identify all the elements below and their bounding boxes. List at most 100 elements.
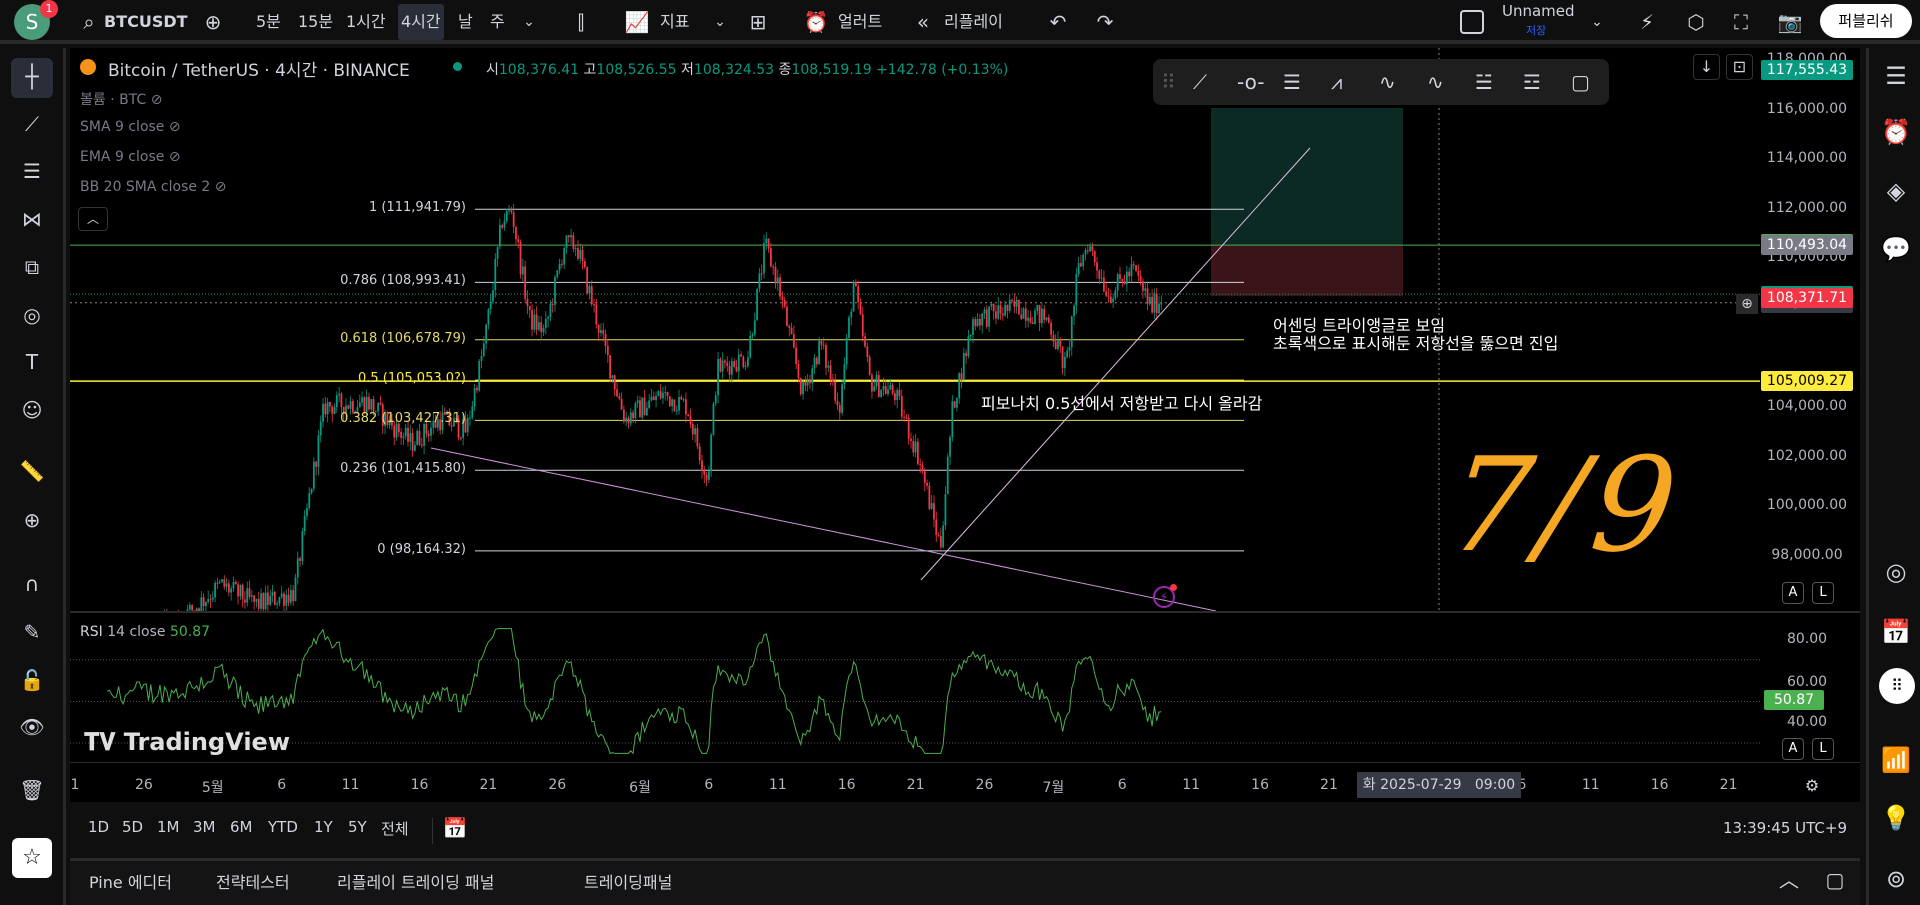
save-status[interactable]: 저장 bbox=[1526, 22, 1546, 38]
ruler-icon[interactable]: 📏 bbox=[17, 459, 47, 483]
camera-icon[interactable]: 📷 bbox=[1775, 10, 1805, 34]
short-position-icon[interactable]: ☲ bbox=[1523, 59, 1541, 105]
range-3M[interactable]: 3M bbox=[193, 818, 216, 836]
undo-icon[interactable]: ↶ bbox=[1043, 10, 1073, 34]
time-axis-settings-icon[interactable]: ⚙ bbox=[1797, 774, 1827, 798]
range-전체[interactable]: 전체 bbox=[381, 818, 409, 839]
trash-icon[interactable]: 🗑 bbox=[17, 778, 47, 802]
publish-button[interactable]: 퍼블리쉬 bbox=[1820, 4, 1912, 38]
calendar-icon[interactable]: 📅 bbox=[1881, 620, 1911, 644]
lock-icon[interactable]: 🔓 bbox=[17, 668, 47, 692]
handwritten-date-annotation[interactable]: 7/9 bbox=[1442, 429, 1691, 581]
replay-icon[interactable]: « bbox=[908, 10, 938, 34]
fullscreen-icon[interactable]: ⛶ bbox=[1726, 10, 1756, 34]
hidden-eye-icon[interactable]: ⊘ bbox=[169, 149, 181, 165]
maximize-panel-icon[interactable]: ▢ bbox=[1820, 868, 1850, 892]
drawing-mode-icon[interactable]: ✎ bbox=[17, 620, 47, 644]
watchlist-star-button[interactable]: ☆ bbox=[12, 838, 52, 878]
rsi-legend[interactable]: RSI 14 close 50.87 bbox=[80, 624, 210, 640]
log-scale-button[interactable]: L bbox=[1812, 582, 1834, 604]
ideas-bulb-icon[interactable]: 💡 bbox=[1881, 806, 1911, 830]
alerts-clock-icon[interactable]: ⏰ bbox=[1881, 120, 1911, 144]
fib-tool-icon[interactable]: ☰ bbox=[17, 159, 47, 183]
auto-scale-button[interactable]: A bbox=[1782, 582, 1804, 604]
reset-view-button[interactable]: ⊡ bbox=[1726, 54, 1753, 80]
tab-replay-trading-panel[interactable]: 리플레이 트레이딩 패널 bbox=[337, 869, 494, 893]
range-YTD[interactable]: YTD bbox=[268, 818, 298, 836]
watchlist-icon[interactable]: ☰ bbox=[1881, 64, 1911, 88]
object-tree-layers-icon[interactable]: ◈ bbox=[1881, 179, 1911, 203]
range-1Y[interactable]: 1Y bbox=[314, 818, 333, 836]
chat-icon[interactable]: 💬 bbox=[1881, 237, 1911, 261]
symbol-title[interactable]: Bitcoin / TetherUS · 4시간 · BINANCE bbox=[108, 56, 410, 81]
help-icon[interactable]: ⊚ bbox=[1881, 867, 1911, 891]
horizontal-ray-icon[interactable]: -o- bbox=[1237, 59, 1264, 105]
collapse-legend-button[interactable]: ︿ bbox=[78, 207, 108, 231]
magnet-icon[interactable]: ∩ bbox=[17, 572, 47, 596]
add-alert-plus-icon[interactable]: ⊕ bbox=[1736, 294, 1758, 314]
rectangle-icon[interactable]: ▢ bbox=[1571, 59, 1590, 105]
hidden-eye-icon[interactable]: ⊘ bbox=[169, 119, 181, 135]
tab-trading-panel[interactable]: 트레이딩패널 bbox=[584, 869, 672, 893]
alert-button[interactable]: 얼러트 bbox=[838, 8, 882, 36]
chevron-down-icon[interactable]: ⌄ bbox=[514, 10, 544, 34]
range-1M[interactable]: 1M bbox=[157, 818, 180, 836]
interval-day[interactable]: 날 bbox=[458, 8, 473, 36]
range-1D[interactable]: 1D bbox=[88, 818, 109, 836]
alert-clock-icon[interactable]: ⏰ bbox=[801, 10, 831, 34]
indicator-sma[interactable]: SMA 9 close ⊘ bbox=[80, 119, 181, 135]
annotation-fib-resistance[interactable]: 피보나치 0.5선에서 저항받고 다시 올라감 bbox=[981, 390, 1262, 414]
text-tool-icon[interactable]: T bbox=[17, 350, 47, 374]
trendline-icon[interactable]: ⟋ bbox=[1193, 59, 1207, 105]
quick-search-icon[interactable]: ⚡ bbox=[1632, 10, 1662, 34]
clock-timezone[interactable]: 13:39:45 UTC+9 bbox=[1723, 819, 1847, 837]
pane-divider[interactable] bbox=[70, 611, 1860, 613]
goto-date-calendar-icon[interactable]: 📅 bbox=[440, 816, 470, 840]
search-icon[interactable]: ⌕ bbox=[74, 10, 104, 34]
pattern-icon[interactable]: ⩘ bbox=[1331, 59, 1342, 105]
interval-15m[interactable]: 15분 bbox=[298, 8, 333, 36]
crosshair-tool[interactable]: ┼ bbox=[11, 58, 53, 98]
trendline-tool-icon[interactable]: ⟋ bbox=[17, 112, 47, 136]
long-position-icon[interactable]: ☱ bbox=[1475, 59, 1493, 105]
rsi-log-scale-button[interactable]: L bbox=[1812, 738, 1834, 760]
brush-tool-icon[interactable]: ◎ bbox=[17, 303, 47, 327]
indicators-button[interactable]: 지표 bbox=[660, 8, 689, 36]
drag-handle-icon[interactable]: ⠿ bbox=[1161, 59, 1176, 105]
templates-icon[interactable]: ⊞ bbox=[743, 10, 773, 34]
more-apps-button[interactable]: ⠿ bbox=[1879, 668, 1915, 704]
layout-icon[interactable] bbox=[1460, 10, 1484, 34]
chevron-down-icon[interactable]: ⌄ bbox=[705, 10, 735, 34]
tab-pine-editor[interactable]: Pine 에디터 bbox=[89, 869, 172, 893]
pattern-tool-icon[interactable]: ⋈ bbox=[17, 207, 47, 231]
replay-button[interactable]: 리플레이 bbox=[944, 8, 1003, 36]
add-symbol-icon[interactable]: ⊕ bbox=[198, 10, 228, 34]
prediction-tool-icon[interactable]: ⧉ bbox=[17, 255, 47, 279]
indicator-volume[interactable]: 볼륨 · BTC ⊘ bbox=[80, 89, 162, 109]
indicators-icon[interactable]: 📈 bbox=[622, 10, 652, 34]
expand-panel-icon[interactable]: ︿ bbox=[1774, 868, 1804, 892]
candle-type-icon[interactable]: ⫿ bbox=[566, 10, 596, 34]
interval-week[interactable]: 주 bbox=[490, 8, 505, 36]
range-5Y[interactable]: 5Y bbox=[348, 818, 367, 836]
abcd-pattern-icon[interactable]: ∿ bbox=[1427, 59, 1444, 105]
tab-strategy-tester[interactable]: 전략테스터 bbox=[216, 869, 290, 893]
interval-1h[interactable]: 1시간 bbox=[346, 8, 386, 36]
interval-4h[interactable]: 4시간 bbox=[398, 4, 444, 40]
eye-icon[interactable]: 👁 bbox=[17, 715, 47, 739]
screener-radar-icon[interactable]: ◎ bbox=[1881, 560, 1911, 584]
symbol-search[interactable]: BTCUSDT bbox=[104, 8, 188, 36]
scroll-to-latest-button[interactable]: ↓ bbox=[1693, 54, 1720, 80]
hidden-eye-icon[interactable]: ⊘ bbox=[215, 179, 227, 195]
layout-name[interactable]: Unnamed bbox=[1502, 2, 1575, 20]
settings-hexagon-icon[interactable]: ⬡ bbox=[1681, 10, 1711, 34]
zoom-in-icon[interactable]: ⊕ bbox=[17, 508, 47, 532]
elliott-wave-icon[interactable]: ∿ bbox=[1379, 59, 1396, 105]
range-5D[interactable]: 5D bbox=[122, 818, 143, 836]
range-6M[interactable]: 6M bbox=[230, 818, 253, 836]
redo-icon[interactable]: ↷ bbox=[1090, 10, 1120, 34]
interval-5m[interactable]: 5분 bbox=[256, 8, 281, 36]
rsi-auto-scale-button[interactable]: A bbox=[1782, 738, 1804, 760]
annotation-entry-condition[interactable]: 초록색으로 표시해둔 저항선을 뚫으면 진입 bbox=[1273, 330, 1558, 354]
hidden-eye-icon[interactable]: ⊘ bbox=[151, 92, 163, 108]
